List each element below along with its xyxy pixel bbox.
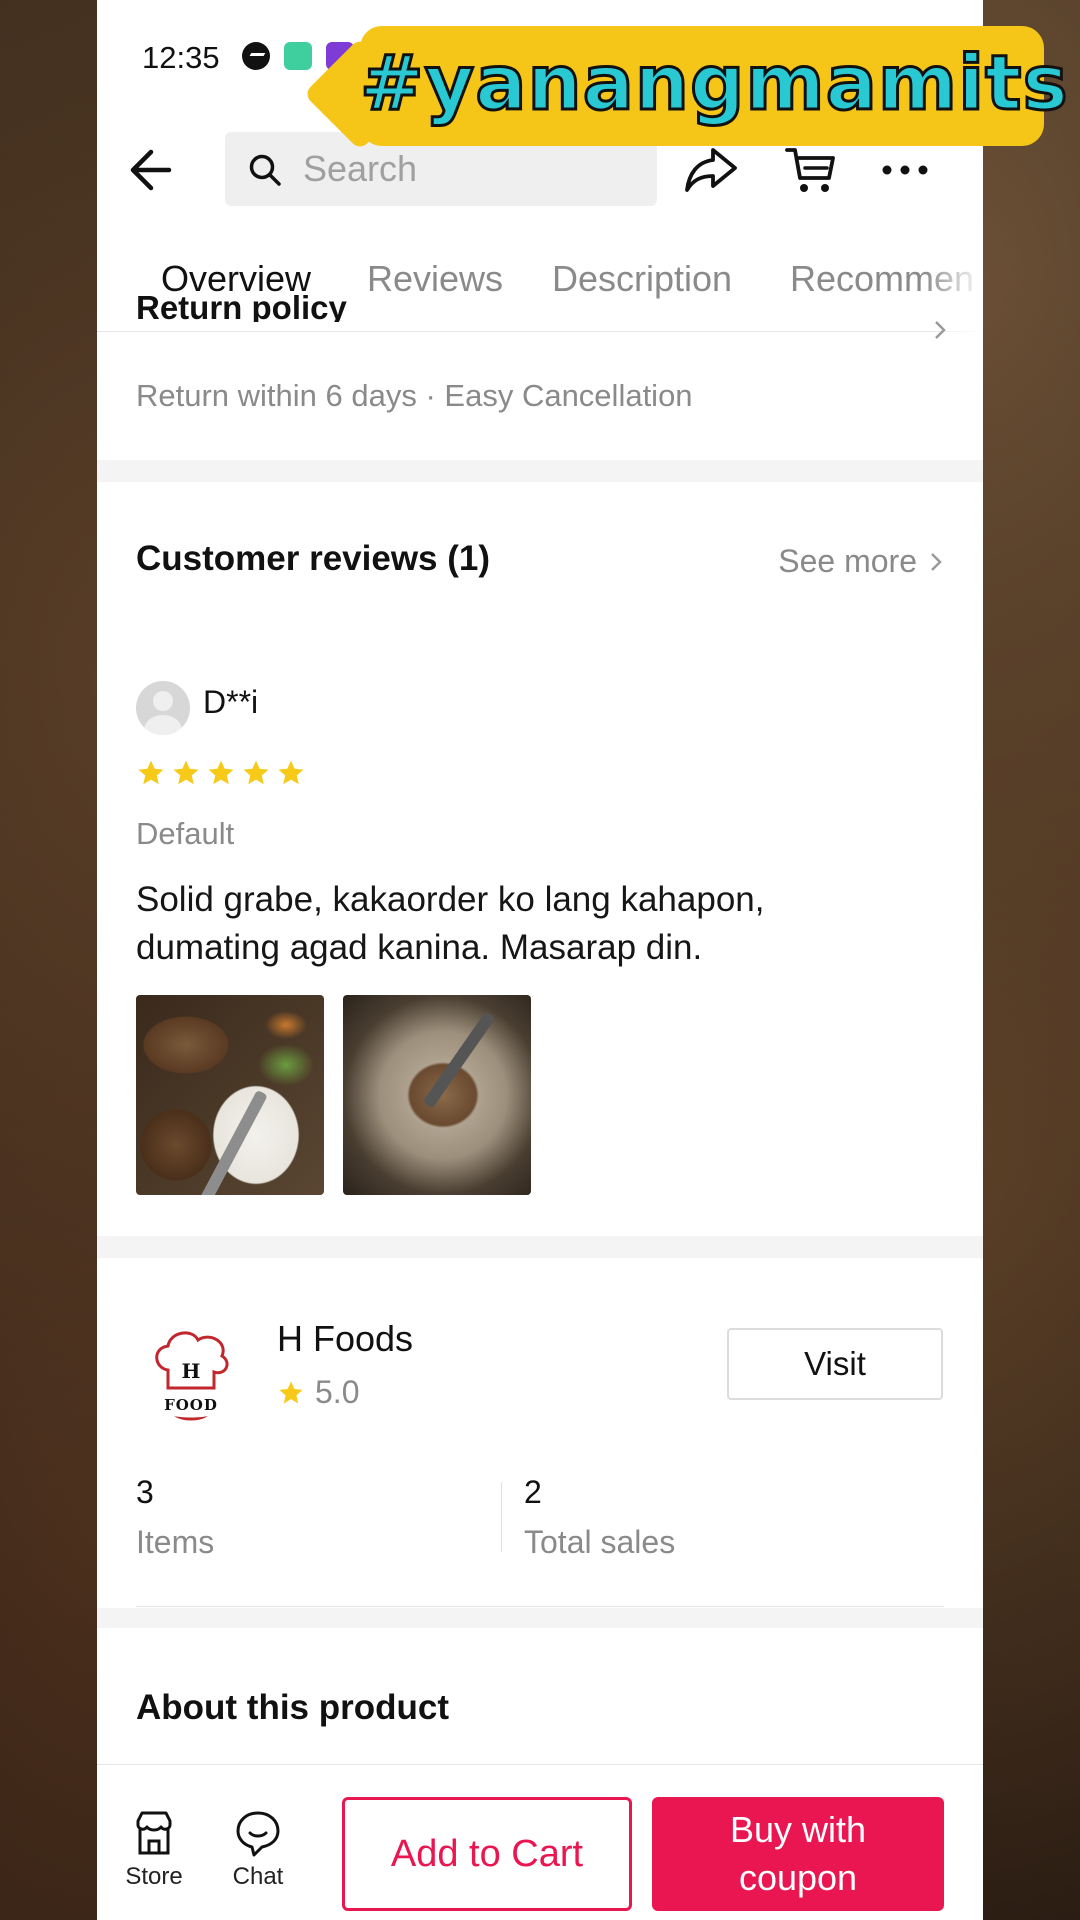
review-photo[interactable] xyxy=(136,995,324,1195)
star-icon xyxy=(138,760,164,785)
chevron-right-icon xyxy=(931,552,942,571)
chevron-right-icon[interactable] xyxy=(933,320,947,340)
return-policy-subtitle: Return within 6 days · Easy Cancellation xyxy=(136,378,693,413)
visit-store-button[interactable]: Visit xyxy=(727,1328,943,1400)
store-sales-count: 2 xyxy=(524,1474,542,1510)
star-icon xyxy=(243,760,269,785)
store-rating: 5.0 xyxy=(277,1374,359,1411)
reviewer-name: D**i xyxy=(203,684,259,720)
buy-with-coupon-button[interactable]: Buy with coupon xyxy=(652,1797,944,1911)
product-page: 12:35 Ove xyxy=(97,0,983,1920)
store-logo-text: FOOD xyxy=(164,1396,218,1414)
review-variant: Default xyxy=(136,816,235,851)
star-icon xyxy=(278,760,304,785)
stat-separator xyxy=(501,1482,502,1552)
tab-reviews[interactable]: Reviews xyxy=(367,258,503,300)
search-input[interactable] xyxy=(303,142,643,196)
reviewer-avatar xyxy=(136,681,190,735)
status-time: 12:35 xyxy=(142,40,220,75)
store-sales-label: Total sales xyxy=(524,1524,676,1560)
back-arrow-icon[interactable] xyxy=(127,140,177,200)
about-product-heading: About this product xyxy=(136,1688,450,1727)
return-policy-title[interactable]: Return policy xyxy=(136,288,347,322)
share-icon[interactable] xyxy=(683,142,739,198)
section-divider xyxy=(97,460,983,482)
messenger-icon xyxy=(242,42,270,70)
tabs-fade xyxy=(923,246,983,332)
review-star-rating xyxy=(136,758,306,788)
see-more-link[interactable]: See more xyxy=(778,543,943,580)
star-icon xyxy=(208,760,234,785)
store-nav-button[interactable]: Store xyxy=(114,1809,194,1891)
store-nav-label: Store xyxy=(125,1863,183,1890)
store-items-label: Items xyxy=(136,1524,215,1560)
add-to-cart-button[interactable]: Add to Cart xyxy=(342,1797,632,1911)
star-icon xyxy=(279,1380,303,1403)
review-text: Solid grabe, kakaorder ko lang kahapon, … xyxy=(136,880,765,967)
hashtag-text: #yanangmamits xyxy=(359,37,1070,129)
reviews-heading: Customer reviews (1) xyxy=(136,539,491,578)
bottom-action-bar: Store Chat Add to Cart Buy with coupon xyxy=(97,1764,983,1920)
store-logo[interactable]: H FOOD xyxy=(136,1318,246,1428)
tab-description[interactable]: Description xyxy=(552,258,732,300)
see-more-label: See more xyxy=(778,543,917,579)
search-icon xyxy=(249,154,281,186)
store-rating-value: 5.0 xyxy=(315,1374,360,1410)
store-icon xyxy=(136,1811,172,1855)
app-notification-icon xyxy=(284,42,312,70)
review-photo[interactable] xyxy=(343,995,531,1195)
chat-icon xyxy=(236,1811,280,1857)
star-icon xyxy=(173,760,199,785)
chat-nav-label: Chat xyxy=(232,1863,284,1890)
section-divider xyxy=(97,1608,983,1628)
cart-icon[interactable] xyxy=(783,142,839,198)
store-name[interactable]: H Foods xyxy=(277,1318,413,1360)
hashtag-sticker: #yanangmamits xyxy=(303,14,1070,151)
section-divider xyxy=(97,1236,983,1258)
store-logo-text: H xyxy=(182,1359,201,1383)
store-items-count: 3 xyxy=(136,1474,154,1510)
more-options-icon[interactable] xyxy=(877,142,933,198)
store-divider xyxy=(136,1606,944,1607)
chat-nav-button[interactable]: Chat xyxy=(218,1809,298,1891)
